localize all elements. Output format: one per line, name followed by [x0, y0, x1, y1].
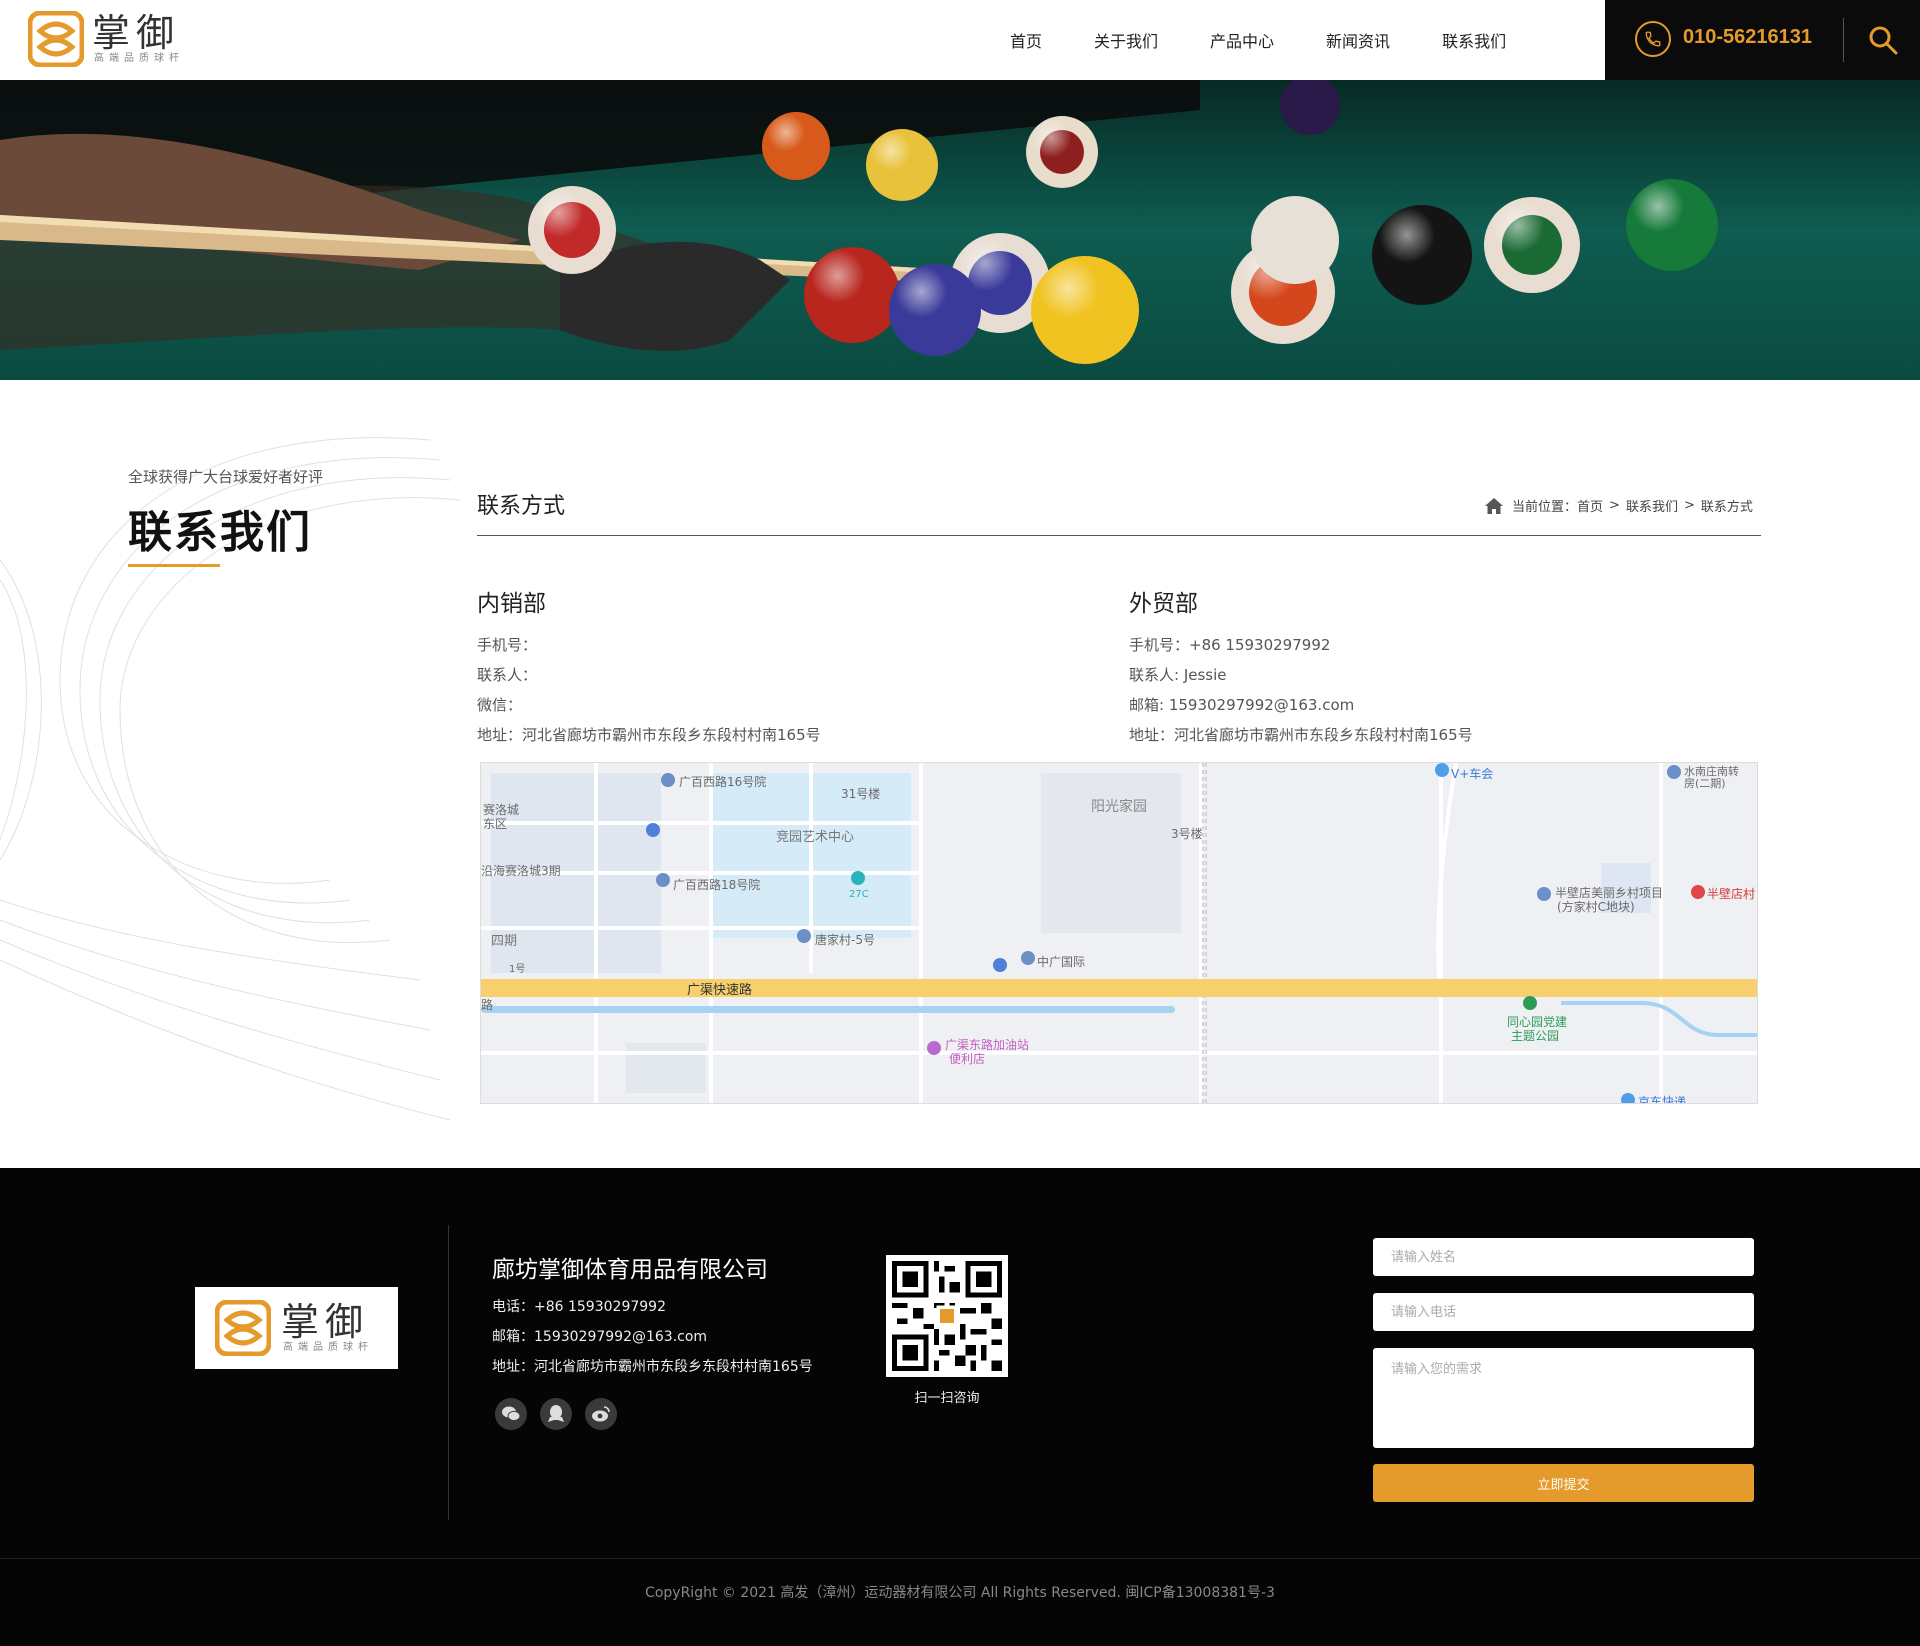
footer-email: 邮箱：15930297992@163.com	[492, 1329, 708, 1345]
map-poi-icon	[1021, 951, 1035, 965]
logo-mark-icon	[28, 11, 84, 67]
section-divider	[477, 535, 1761, 536]
weibo-icon[interactable]	[585, 1398, 617, 1430]
dept-phone: 手机号：	[477, 636, 538, 654]
home-icon	[1485, 497, 1503, 514]
main-nav: 首页 关于我们 产品中心 新闻资讯 联系我们	[1010, 0, 1558, 80]
map-poi-icon	[1621, 1093, 1635, 1103]
name-input[interactable]	[1373, 1238, 1754, 1276]
dept-wechat: 微信：	[477, 696, 523, 714]
nav-news[interactable]: 新闻资讯	[1326, 28, 1390, 52]
side-title: 联系我们	[128, 507, 312, 558]
qr-code	[886, 1255, 1008, 1377]
qq-icon[interactable]	[540, 1398, 572, 1430]
dept-name: 内销部	[477, 591, 546, 617]
breadcrumb: 当前位置： 首页 > 联系我们 > 联系方式	[1484, 496, 1753, 515]
dept-email: 邮箱: 15930297992@163.com	[1129, 696, 1355, 714]
map-poi-icon	[851, 871, 865, 885]
search-icon[interactable]	[1867, 24, 1899, 56]
map-poi-icon	[1537, 887, 1551, 901]
logo-name: 掌御	[92, 11, 181, 55]
phone-input[interactable]	[1373, 1293, 1754, 1331]
dept-domestic: 内销部 手机号： 联系人： 微信： 地址：河北省廊坊市霸州市东段乡东段村村南16…	[477, 584, 1037, 750]
side-title-underline	[128, 564, 220, 567]
map-poi-icon	[1691, 885, 1705, 899]
map-poi-icon	[1435, 763, 1449, 777]
qr-code-image	[892, 1261, 1002, 1371]
map-river	[481, 1006, 1175, 1013]
header-separator	[1843, 18, 1844, 62]
header-phone[interactable]: 010-56216131	[1683, 26, 1812, 49]
footer-company-name: 廊坊掌御体育用品有限公司	[492, 1257, 768, 1283]
nav-home[interactable]: 首页	[1010, 28, 1042, 52]
breadcrumb-contact[interactable]: 联系我们	[1626, 496, 1678, 515]
logo-mark-icon	[215, 1300, 271, 1356]
requirement-textarea[interactable]	[1373, 1348, 1754, 1448]
site-header: 掌御 高端品质球杆 首页 关于我们 产品中心 新闻资讯 联系我们 010-562…	[0, 0, 1920, 80]
location-map[interactable]: 广百西路16号院 31号楼 阳光家园 竞园艺术中心 3号楼 赛洛城 东区 沿海赛…	[480, 762, 1758, 1104]
phone-icon	[1635, 21, 1671, 57]
logo-tagline: 高端品质球杆	[94, 53, 184, 64]
decorative-swirl	[0, 437, 461, 1120]
nav-contact[interactable]: 联系我们	[1442, 28, 1506, 52]
dept-address: 地址：河北省廊坊市霸州市东段乡东段村村南165号	[477, 726, 821, 744]
map-poi-icon	[927, 1041, 941, 1055]
map-parking-icon	[993, 958, 1007, 972]
copyright-text: CopyRight © 2021 高发（漳州）运动器材有限公司 All Righ…	[645, 1585, 1275, 1601]
dept-contact: 联系人：	[477, 666, 538, 684]
map-parking-icon	[646, 823, 660, 837]
footer-address: 地址：河北省廊坊市霸州市东段乡东段村村南165号	[492, 1359, 813, 1375]
dept-contact: 联系人: Jessie	[1129, 666, 1227, 684]
map-poi-icon	[1667, 765, 1681, 779]
dept-foreign-trade: 外贸部 手机号：+86 15930297992 联系人: Jessie 邮箱: …	[1129, 584, 1689, 750]
breadcrumb-prefix: 当前位置：	[1512, 500, 1578, 515]
map-expressway	[481, 979, 1757, 997]
footer-phone: 电话：+86 15930297992	[492, 1299, 666, 1315]
qr-caption: 扫一扫咨询	[914, 1391, 980, 1406]
logo-tagline: 高端品质球杆	[283, 1342, 373, 1353]
billiards-image	[0, 80, 1920, 380]
map-park-icon	[1523, 996, 1537, 1010]
header-contact-bar: 010-56216131	[1605, 0, 1920, 80]
map-poi-icon	[656, 873, 670, 887]
nav-products[interactable]: 产品中心	[1210, 28, 1274, 52]
page: 掌御 高端品质球杆 首页 关于我们 产品中心 新闻资讯 联系我们 010-562…	[0, 0, 1920, 1646]
breadcrumb-home[interactable]: 首页	[1577, 496, 1603, 515]
footer-divider	[448, 1225, 449, 1520]
section-title: 联系方式	[477, 494, 566, 519]
dept-address: 地址：河北省廊坊市霸州市东段乡东段村村南165号	[1129, 726, 1473, 744]
nav-about[interactable]: 关于我们	[1094, 28, 1158, 52]
hero-banner	[0, 80, 1920, 380]
logo-name: 掌御	[281, 1300, 370, 1344]
dept-phone: 手机号：+86 15930297992	[1129, 636, 1331, 654]
map-road-label: 广渠快速路	[687, 983, 753, 998]
breadcrumb-separator: >	[1683, 498, 1695, 513]
submit-button[interactable]: 立即提交	[1373, 1464, 1754, 1502]
breadcrumb-separator: >	[1609, 498, 1620, 513]
footer-bottom-divider	[0, 1558, 1920, 1559]
map-poi-icon	[797, 929, 811, 943]
footer-logo[interactable]: 掌御 高端品质球杆	[195, 1287, 398, 1369]
side-subtitle: 全球获得广大台球爱好者好评	[128, 468, 324, 486]
wechat-icon[interactable]	[495, 1398, 527, 1430]
map-poi-icon	[661, 773, 675, 787]
breadcrumb-current[interactable]: 联系方式	[1701, 496, 1753, 515]
dept-name: 外贸部	[1129, 591, 1198, 617]
site-logo[interactable]: 掌御 高端品质球杆	[28, 10, 198, 68]
